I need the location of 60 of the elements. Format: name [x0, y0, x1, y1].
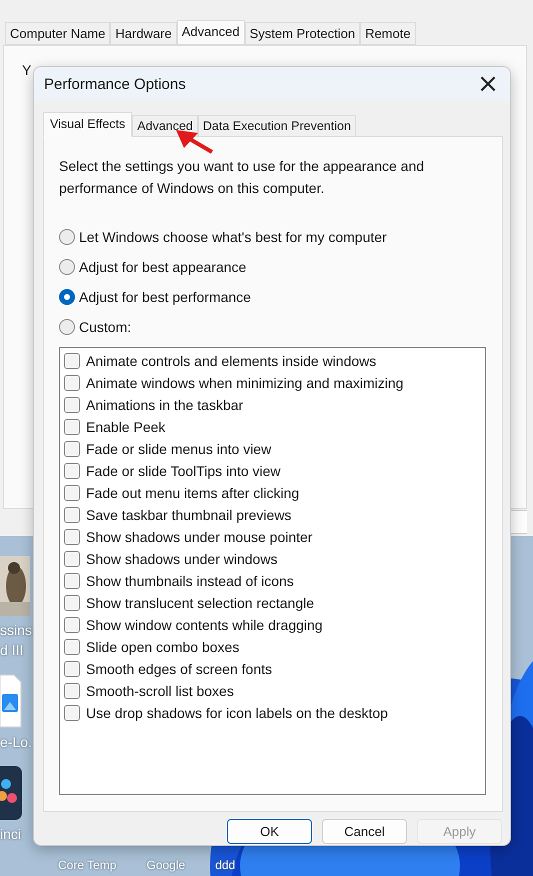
radio-button[interactable] — [59, 319, 75, 335]
checkbox[interactable] — [64, 705, 80, 721]
tab[interactable]: Remote — [360, 22, 416, 45]
close-button[interactable]: × — [466, 67, 510, 101]
checkbox-label: Animate windows when minimizing and maximizing — [86, 375, 404, 391]
tab[interactable]: Data Execution Prevention — [198, 115, 356, 137]
checkbox[interactable] — [64, 639, 80, 655]
checkbox-label: Animations in the taskbar — [86, 397, 244, 413]
checkbox[interactable] — [64, 573, 80, 589]
option-label: Let Windows choose what's best for my computer — [79, 229, 387, 245]
checkbox-label: Fade out menu items after clicking — [86, 485, 300, 501]
radio-button[interactable] — [59, 259, 75, 275]
checkbox[interactable] — [64, 683, 80, 699]
radio-button[interactable] — [59, 229, 75, 245]
checkbox-label: Enable Peek — [86, 419, 166, 435]
option-label: Custom: — [79, 319, 132, 335]
checkbox-label: Show thumbnails instead of icons — [86, 573, 294, 589]
checkbox[interactable] — [64, 661, 80, 677]
checkbox[interactable] — [64, 441, 80, 457]
checkbox-label: Show shadows under windows — [86, 551, 278, 567]
checkbox-label: Show window contents while dragging — [86, 617, 323, 633]
checkbox[interactable] — [64, 551, 80, 567]
checkbox-label: Use drop shadows for icon labels on the desktop — [86, 705, 388, 721]
checkbox-label: Save taskbar thumbnail previews — [86, 507, 292, 523]
ok-button[interactable]: OK — [227, 819, 312, 844]
checkbox[interactable] — [64, 595, 80, 611]
checkbox[interactable] — [64, 463, 80, 479]
checkbox[interactable] — [64, 419, 80, 435]
checkbox-label: Slide open combo boxes — [86, 639, 240, 655]
checkbox-label: Smooth-scroll list boxes — [86, 683, 234, 699]
window-title: Performance Options — [44, 76, 186, 92]
tab[interactable]: Computer Name — [5, 22, 110, 45]
checkbox-label: Fade or slide menus into view — [86, 441, 272, 457]
radio-button[interactable] — [59, 289, 75, 305]
checkbox-label: Show shadows under mouse pointer — [86, 529, 312, 545]
tab[interactable]: System Protection — [244, 22, 360, 45]
app-icon — [0, 766, 24, 820]
checkbox[interactable] — [64, 397, 80, 413]
checkbox-label: Show translucent selection rectangle — [86, 595, 314, 611]
option-label: Adjust for best performance — [79, 289, 251, 305]
annotation-arrow — [174, 130, 214, 154]
checkbox[interactable] — [64, 485, 80, 501]
icon-label[interactable]: ddd — [215, 858, 236, 872]
tab[interactable]: Advanced — [176, 20, 245, 45]
image-file-icon — [0, 674, 22, 728]
checkbox[interactable] — [64, 507, 80, 523]
checkbox[interactable] — [64, 375, 80, 391]
tab[interactable]: Advanced — [132, 115, 198, 137]
cancel-button[interactable]: Cancel — [322, 819, 407, 844]
checkbox-label: Smooth edges of screen fonts — [86, 661, 272, 677]
tab[interactable]: Visual Effects — [43, 112, 132, 137]
checkbox-label: Animate controls and elements inside windows — [86, 353, 376, 369]
checkbox[interactable] — [64, 617, 80, 633]
option-label: Adjust for best appearance — [79, 259, 246, 275]
description-text: Select the settings you want to use for the appearance and performance of Windows on this computer. — [59, 157, 426, 198]
partial-text: Y — [22, 62, 32, 78]
checkbox[interactable] — [64, 353, 80, 369]
checkbox[interactable] — [64, 529, 80, 545]
checkbox-label: Fade or slide ToolTips into view — [86, 463, 281, 479]
tab[interactable]: Hardware — [110, 22, 177, 45]
